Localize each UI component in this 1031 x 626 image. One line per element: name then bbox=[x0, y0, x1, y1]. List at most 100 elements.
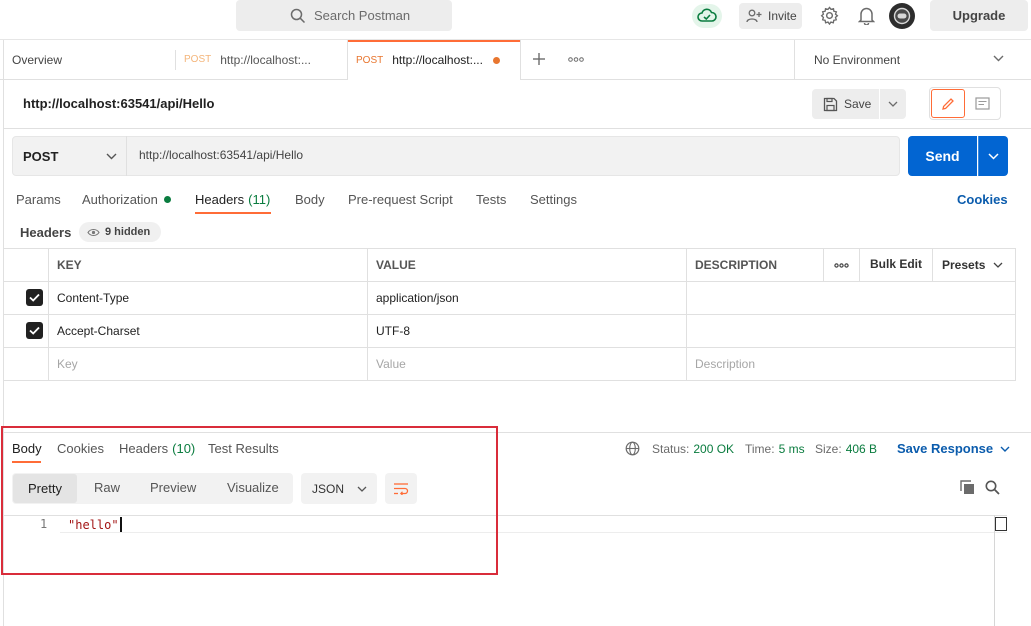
new-description-input[interactable]: Description bbox=[686, 348, 1015, 380]
tab-request-1[interactable]: POST http://localhost:... bbox=[176, 40, 347, 79]
chevron-down-icon bbox=[888, 101, 898, 107]
invite-button[interactable]: Invite bbox=[739, 3, 802, 29]
url-input[interactable]: http://localhost:63541/api/Hello bbox=[139, 148, 303, 162]
method-label: POST bbox=[23, 148, 59, 164]
active-tab-indicator bbox=[348, 40, 520, 42]
save-response-button[interactable]: Save Response bbox=[897, 441, 1010, 456]
save-disk-icon bbox=[823, 97, 838, 112]
astronaut-avatar-icon bbox=[893, 7, 911, 25]
eye-icon bbox=[87, 228, 100, 237]
presets-button[interactable]: Presets bbox=[933, 249, 1015, 281]
size-label: Size: bbox=[815, 442, 842, 456]
row-enabled-checkbox[interactable] bbox=[26, 322, 43, 339]
notification-bell-icon[interactable] bbox=[858, 6, 875, 25]
top-bar bbox=[0, 0, 1031, 40]
save-response-label: Save Response bbox=[897, 441, 994, 456]
headers-section-label: Headers bbox=[20, 225, 72, 240]
tab-overview-label: Overview bbox=[12, 52, 63, 67]
environment-selector[interactable]: No Environment bbox=[795, 40, 1031, 79]
column-options-button[interactable] bbox=[824, 249, 859, 281]
response-status: Status: 200 OK bbox=[652, 442, 734, 456]
search-placeholder: Search Postman bbox=[314, 8, 411, 23]
chevron-down-icon bbox=[993, 55, 1004, 62]
header-key-cell[interactable]: Content-Type bbox=[48, 282, 367, 314]
new-tab-plus-icon[interactable] bbox=[532, 52, 546, 66]
tab-divider bbox=[520, 40, 521, 80]
invite-label: Invite bbox=[768, 9, 797, 23]
tab-authorization-label: Authorization bbox=[82, 192, 158, 207]
tab-body[interactable]: Body bbox=[295, 192, 325, 207]
table-right-border bbox=[1015, 248, 1016, 381]
tab-headers[interactable]: Headers (11) bbox=[195, 192, 270, 207]
save-options-button[interactable] bbox=[880, 89, 906, 119]
edit-mode-button[interactable] bbox=[931, 89, 965, 118]
response-time: Time: 5 ms bbox=[745, 442, 805, 456]
highlight-annotation-box bbox=[1, 426, 498, 575]
unsaved-dot-icon bbox=[492, 56, 500, 64]
search-icon[interactable] bbox=[985, 480, 1000, 495]
send-options-button[interactable] bbox=[978, 136, 1008, 176]
tab-authorization[interactable]: Authorization bbox=[82, 192, 171, 207]
headers-tab-indicator bbox=[195, 212, 271, 214]
settings-gear-icon[interactable] bbox=[820, 6, 839, 25]
cookies-link[interactable]: Cookies bbox=[957, 192, 1008, 207]
globe-icon[interactable] bbox=[625, 441, 640, 456]
tab-headers-count: (11) bbox=[248, 192, 271, 207]
copy-icon[interactable] bbox=[960, 480, 975, 495]
sync-status-button[interactable] bbox=[692, 4, 722, 28]
search-bar[interactable]: Search Postman bbox=[236, 0, 452, 31]
chevron-down-icon bbox=[988, 152, 999, 160]
header-value-cell[interactable]: application/json bbox=[367, 282, 686, 314]
upgrade-button[interactable]: Upgrade bbox=[930, 0, 1028, 31]
column-header-description: DESCRIPTION bbox=[695, 258, 778, 272]
tab-headers-label: Headers bbox=[195, 192, 245, 207]
new-value-input[interactable]: Value bbox=[367, 348, 686, 380]
environment-label: No Environment bbox=[814, 52, 901, 67]
chevron-down-icon bbox=[1000, 446, 1010, 452]
tab-prerequest-script[interactable]: Pre-request Script bbox=[348, 192, 453, 207]
column-header-value: VALUE bbox=[376, 258, 416, 272]
method-select[interactable]: POST bbox=[12, 136, 127, 176]
status-value: 200 OK bbox=[693, 442, 735, 456]
tab-2-method: POST bbox=[356, 54, 384, 66]
header-description-cell[interactable] bbox=[686, 315, 1015, 347]
hidden-count-label: 9 hidden bbox=[105, 226, 151, 238]
search-icon bbox=[290, 8, 306, 24]
tab-2-url: http://localhost:... bbox=[392, 53, 483, 67]
size-value: 406 B bbox=[845, 442, 878, 456]
auth-status-dot bbox=[163, 196, 171, 203]
user-avatar[interactable] bbox=[889, 3, 915, 29]
time-value: 5 ms bbox=[778, 442, 805, 456]
header-key-cell[interactable]: Accept-Charset bbox=[48, 315, 367, 347]
send-button[interactable]: Send bbox=[908, 136, 977, 176]
tab-1-method: POST bbox=[184, 54, 212, 65]
send-label: Send bbox=[925, 148, 960, 164]
tab-request-2-active[interactable]: POST http://localhost:... bbox=[348, 40, 520, 80]
tab-settings[interactable]: Settings bbox=[530, 192, 577, 207]
header-description-cell[interactable] bbox=[686, 282, 1015, 314]
editor-scrollbar-track bbox=[994, 515, 995, 626]
status-label: Status: bbox=[652, 442, 690, 456]
hidden-headers-toggle[interactable]: 9 hidden bbox=[79, 222, 161, 242]
new-key-input[interactable]: Key bbox=[48, 348, 367, 380]
comment-icon bbox=[975, 97, 990, 110]
time-label: Time: bbox=[745, 442, 775, 456]
documentation-button[interactable] bbox=[966, 89, 999, 118]
row-enabled-checkbox[interactable] bbox=[26, 289, 43, 306]
editor-scrollbar-thumb[interactable] bbox=[995, 517, 1007, 531]
bulk-edit-button[interactable]: Bulk Edit bbox=[860, 257, 932, 271]
tab-1-url: http://localhost:... bbox=[220, 52, 311, 67]
upgrade-label: Upgrade bbox=[952, 8, 1006, 23]
chevron-down-icon bbox=[993, 262, 1003, 268]
request-header-divider bbox=[4, 128, 1031, 129]
header-value-cell[interactable]: UTF-8 bbox=[367, 315, 686, 347]
tab-overview[interactable]: Overview bbox=[4, 40, 175, 79]
chevron-down-icon bbox=[106, 153, 117, 160]
ellipsis-icon bbox=[834, 262, 849, 268]
more-tabs-ellipsis-icon[interactable] bbox=[568, 57, 584, 62]
tab-tests[interactable]: Tests bbox=[476, 192, 506, 207]
pencil-icon bbox=[941, 97, 955, 111]
save-button[interactable]: Save bbox=[812, 89, 879, 119]
save-label: Save bbox=[844, 97, 872, 111]
tab-params[interactable]: Params bbox=[16, 192, 61, 207]
